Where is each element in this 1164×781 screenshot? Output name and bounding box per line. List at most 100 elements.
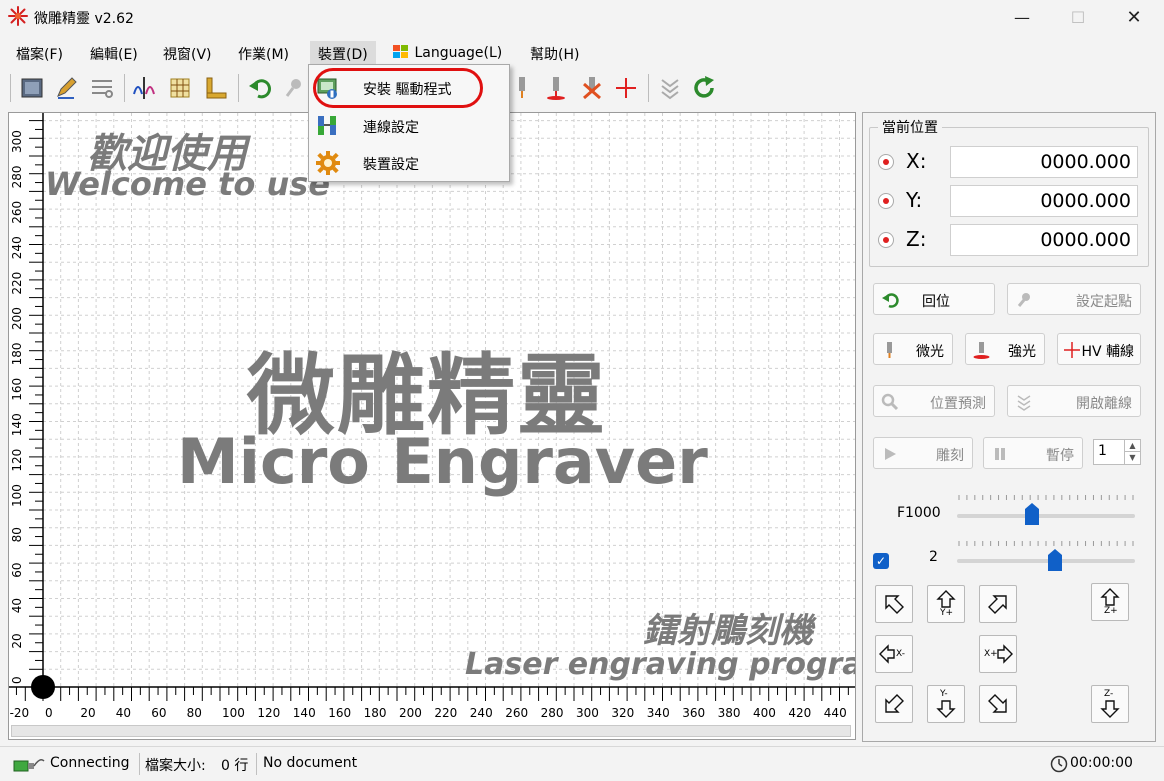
menu-item-device-settings[interactable]: 裝置設定 xyxy=(309,144,509,180)
menu-edit[interactable]: 編輯(E) xyxy=(82,41,146,65)
jog-down-left-button[interactable] xyxy=(875,685,913,723)
x-tick-label: 220 xyxy=(434,706,457,720)
menu-item-install-driver[interactable]: 安裝 驅動程式 xyxy=(309,68,509,108)
jog-x-minus-button[interactable]: X- xyxy=(875,635,913,673)
toolbar xyxy=(0,68,1164,108)
ruler-corner-icon[interactable] xyxy=(202,74,230,102)
x-tick-label: 300 xyxy=(576,706,599,720)
y-tick-label: 200 xyxy=(10,307,24,330)
open-image-icon[interactable] xyxy=(18,74,46,102)
menu-task[interactable]: 作業(M) xyxy=(230,41,297,65)
set-origin-button[interactable]: 設定起點 xyxy=(1007,283,1141,315)
watermark-laser-zh: 鐳射鵰刻機 xyxy=(643,611,813,651)
magnifier-icon xyxy=(881,393,899,411)
axis-y-input[interactable] xyxy=(950,185,1138,217)
axis-row-z: Z: xyxy=(878,224,1144,256)
toolbar-separator xyxy=(124,74,125,102)
jog-up-right-button[interactable] xyxy=(979,585,1017,623)
jog-down-right-button[interactable] xyxy=(979,685,1017,723)
x-tick-label: 380 xyxy=(718,706,741,720)
jog-y-plus-button[interactable]: Y+ xyxy=(927,585,965,623)
edit-pen-icon[interactable] xyxy=(52,74,80,102)
minimize-button[interactable]: — xyxy=(994,0,1050,34)
offline-chevrons-icon[interactable] xyxy=(656,74,684,102)
strong-light-button[interactable]: 強光 xyxy=(965,333,1045,365)
arrow-down-right-icon xyxy=(988,694,1007,713)
open-offline-button[interactable]: 開啟離線 xyxy=(1007,385,1141,417)
speed-slider-thumb[interactable] xyxy=(1047,549,1062,571)
x-tick-label: 360 xyxy=(682,706,705,720)
position-group: 當前位置 X: Y: Z: xyxy=(869,117,1149,267)
axis-z-radio[interactable] xyxy=(878,232,894,248)
laser-off-icon[interactable] xyxy=(578,74,606,102)
home-return-icon xyxy=(882,293,899,308)
feed-slider-thumb[interactable] xyxy=(1024,503,1039,525)
app-logo-icon xyxy=(8,6,28,26)
jog-y-minus-button[interactable]: Y- xyxy=(927,685,965,723)
title-bar: 微雕精靈 v2.62 — ☐ ✕ xyxy=(0,0,1164,34)
spin-down-arrow-icon[interactable]: ▼ xyxy=(1124,452,1140,464)
grid-frame-icon[interactable] xyxy=(166,74,194,102)
window-title: 微雕精靈 v2.62 xyxy=(34,11,134,27)
repeat-count-spinbox[interactable]: 1 ▲ ▼ xyxy=(1093,439,1141,465)
settings-list-icon[interactable] xyxy=(88,74,116,102)
jog-z-minus-button[interactable]: Z- xyxy=(1091,685,1129,723)
weak-laser-icon xyxy=(887,342,892,358)
y-tick-label: 80 xyxy=(10,527,24,542)
y-tick-label: 180 xyxy=(10,342,24,365)
axis-x-input[interactable] xyxy=(950,146,1138,178)
menu-item-connection-settings[interactable]: 連線設定 xyxy=(309,107,509,143)
feed-slider-track[interactable] xyxy=(957,514,1135,518)
feed-slider-ticks xyxy=(958,495,1134,500)
x-tick-label: 60 xyxy=(151,706,166,720)
pin-icon[interactable] xyxy=(280,74,308,102)
horizontal-scrollbar[interactable] xyxy=(11,725,851,737)
home-button[interactable]: 回位 xyxy=(873,283,995,315)
close-button[interactable]: ✕ xyxy=(1106,0,1162,34)
preview-position-button[interactable]: 位置預測 xyxy=(873,385,995,417)
engraving-canvas[interactable]: -20 0 20 40 60 80 100 120 140 160 180 200 220 240 260 2… xyxy=(8,112,856,740)
jog-x-plus-button[interactable]: X+ xyxy=(979,635,1017,673)
undo-icon[interactable] xyxy=(246,74,274,102)
menu-file[interactable]: 檔案(F) xyxy=(8,41,71,65)
strong-laser-icon[interactable] xyxy=(542,74,570,102)
axis-z-input[interactable] xyxy=(950,224,1138,256)
menu-language[interactable]: Language(L) xyxy=(388,41,510,65)
windows-flag-icon xyxy=(393,45,408,58)
speed-checkbox[interactable]: ✓ xyxy=(873,553,889,569)
y-tick-label: 140 xyxy=(10,413,24,436)
maximize-button[interactable]: ☐ xyxy=(1050,0,1106,34)
mirror-icon[interactable] xyxy=(130,74,158,102)
menu-help[interactable]: 幫助(H) xyxy=(522,41,587,65)
y-tick-label: 300 xyxy=(10,130,24,153)
axis-x-radio[interactable] xyxy=(878,154,894,170)
jog-z-plus-label: Z+ xyxy=(1104,606,1118,616)
weak-light-button[interactable]: 微光 xyxy=(873,333,953,365)
crosshair-icon[interactable] xyxy=(612,74,640,102)
axis-y-radio[interactable] xyxy=(878,193,894,209)
spin-up-arrow-icon[interactable]: ▲ xyxy=(1124,440,1140,452)
weak-laser-icon[interactable] xyxy=(508,74,536,102)
menu-device[interactable]: 裝置(D) xyxy=(310,41,376,65)
speed-slider-ticks xyxy=(958,541,1134,546)
pause-button[interactable]: 暫停 xyxy=(983,437,1083,469)
x-tick-label: 80 xyxy=(187,706,202,720)
control-panel: 當前位置 X: Y: Z: 回位 設定起點 xyxy=(862,112,1156,742)
status-separator xyxy=(256,753,257,775)
menu-bar: 檔案(F) 編輯(E) 視窗(V) 作業(M) 裝置(D) Language(L… xyxy=(0,38,1164,66)
hv-crosshair-button-label: HV 輔線 xyxy=(1081,344,1134,360)
menu-item-device-settings-label: 裝置設定 xyxy=(363,157,419,173)
hv-crosshair-button[interactable]: HV 輔線 xyxy=(1057,333,1141,365)
y-tick-label: 60 xyxy=(10,563,24,578)
menu-view[interactable]: 視窗(V) xyxy=(155,41,220,65)
engrave-button[interactable]: 雕刻 xyxy=(873,437,973,469)
speed-slider-track[interactable] xyxy=(957,559,1135,563)
refresh-icon[interactable] xyxy=(690,74,718,102)
jog-z-plus-button[interactable]: Z+ xyxy=(1091,583,1129,621)
file-size-label: 檔案大小: xyxy=(145,758,206,774)
y-tick-label: 40 xyxy=(10,598,24,613)
x-tick-label: 340 xyxy=(647,706,670,720)
jog-up-left-button[interactable] xyxy=(875,585,913,623)
feed-rate-label: F1000 xyxy=(897,505,941,521)
menu-language-label: Language(L) xyxy=(414,45,503,61)
